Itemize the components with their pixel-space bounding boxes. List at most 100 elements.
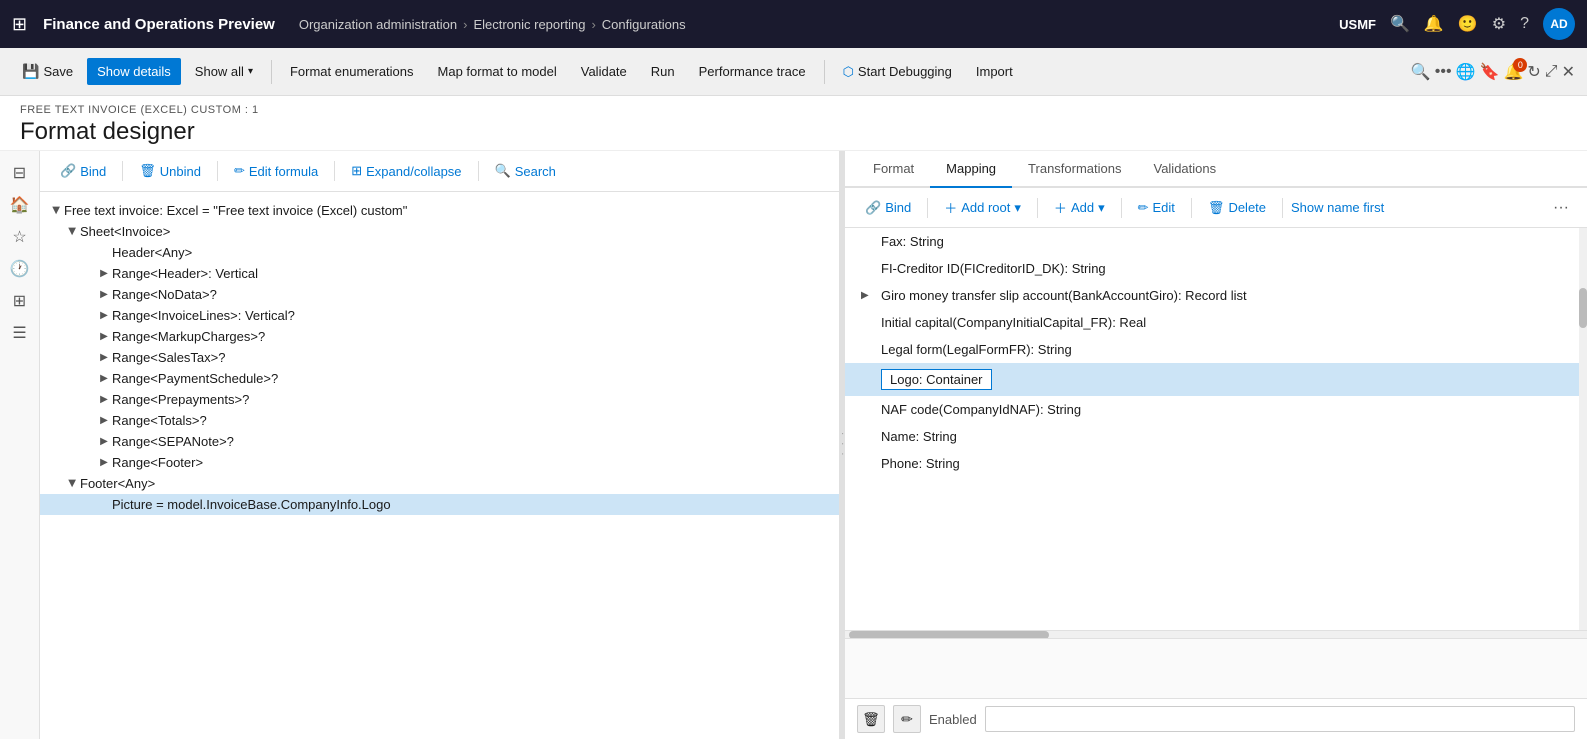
- validate-button[interactable]: Validate: [571, 58, 637, 85]
- grid-icon[interactable]: ⊞: [12, 14, 27, 35]
- tree-item[interactable]: ▶ Footer<Any>: [40, 473, 839, 494]
- tree-arrow-range-footer[interactable]: ▶: [96, 457, 112, 468]
- unbind-tool-button[interactable]: 🗑 Unbind: [131, 159, 209, 183]
- search-nav-icon[interactable]: 🔍: [1390, 14, 1410, 34]
- tree-item[interactable]: ▶ Range<Prepayments>?: [40, 389, 839, 410]
- tree-arrow-range-nodata[interactable]: ▶: [96, 289, 112, 300]
- save-button[interactable]: 💾 Save: [12, 57, 83, 86]
- sidebar-home-icon[interactable]: 🏠: [10, 195, 30, 215]
- mapping-item[interactable]: Fax: String: [845, 228, 1587, 255]
- expand-collapse-tool-button[interactable]: ⊞ Expand/collapse: [343, 159, 469, 183]
- mapping-item[interactable]: FI-Creditor ID(FICreditorID_DK): String: [845, 255, 1587, 282]
- bell-icon[interactable]: 🔔: [1424, 14, 1444, 34]
- breadcrumb-configurations[interactable]: Configurations: [602, 17, 686, 32]
- mapping-tabs: Format Mapping Transformations Validatio…: [845, 151, 1587, 188]
- mapping-item-label: Phone: String: [881, 456, 960, 471]
- page-header: FREE TEXT INVOICE (EXCEL) CUSTOM : 1 For…: [0, 96, 1587, 151]
- sidebar-star-icon[interactable]: ☆: [12, 227, 26, 247]
- tree-item[interactable]: ▶ Range<SEPANote>?: [40, 431, 839, 452]
- tree-arrow-range-totals[interactable]: ▶: [96, 415, 112, 426]
- show-all-button[interactable]: Show all ▾: [185, 58, 263, 85]
- format-enumerations-button[interactable]: Format enumerations: [280, 58, 424, 85]
- tree-arrow-range-header[interactable]: ▶: [96, 268, 112, 279]
- tab-validations[interactable]: Validations: [1137, 151, 1232, 188]
- mapping-item-logo[interactable]: Logo: Container: [845, 363, 1587, 396]
- mapping-more-button[interactable]: ···: [1547, 197, 1575, 219]
- top-nav-bar: ⊞ Finance and Operations Preview Organiz…: [0, 0, 1587, 48]
- mapping-enabled-input[interactable]: [985, 706, 1575, 732]
- start-debugging-button[interactable]: ⬡ Start Debugging: [833, 58, 962, 86]
- mapping-bind-button[interactable]: 🔗 Bind: [857, 196, 919, 220]
- mapping-item-label: Fax: String: [881, 234, 944, 249]
- tree-item[interactable]: ▶ Sheet<Invoice>: [40, 221, 839, 242]
- map-format-to-model-button[interactable]: Map format to model: [428, 58, 567, 85]
- breadcrumb-electronic-reporting[interactable]: Electronic reporting: [473, 17, 585, 32]
- mapping-delete-row-icon[interactable]: 🗑: [857, 705, 885, 733]
- sidebar-filter-icon[interactable]: ⊟: [13, 163, 26, 183]
- mapping-item[interactable]: Initial capital(CompanyInitialCapital_FR…: [845, 309, 1587, 336]
- mapping-formula-area[interactable]: [845, 639, 1587, 699]
- mapping-add-root-button[interactable]: ＋ Add root ▾: [936, 194, 1029, 221]
- action-refresh-icon[interactable]: ↻: [1527, 62, 1540, 82]
- mapping-delete-button[interactable]: 🗑 Delete: [1200, 196, 1274, 220]
- performance-trace-button[interactable]: Performance trace: [689, 58, 816, 85]
- mapping-item[interactable]: Name: String: [845, 423, 1587, 450]
- tab-format[interactable]: Format: [857, 151, 930, 188]
- action-notification-icon[interactable]: 🔔0: [1503, 62, 1523, 82]
- action-more-icon[interactable]: •••: [1435, 63, 1452, 81]
- mapping-item[interactable]: Legal form(LegalFormFR): String: [845, 336, 1587, 363]
- action-search-icon[interactable]: 🔍: [1411, 62, 1431, 82]
- tree-arrow-range-sepanote[interactable]: ▶: [96, 436, 112, 447]
- mapping-edit-button[interactable]: ✏ Edit: [1130, 196, 1183, 220]
- tree-arrow-root[interactable]: ▶: [51, 203, 62, 219]
- tree-arrow-sheet[interactable]: ▶: [67, 224, 78, 240]
- help-icon[interactable]: ?: [1520, 15, 1529, 33]
- bind-tool-button[interactable]: 🔗 Bind: [52, 159, 114, 183]
- sidebar-list-icon[interactable]: ☰: [12, 323, 26, 343]
- tree-item[interactable]: ▶ Range<Totals>?: [40, 410, 839, 431]
- search-tool-button[interactable]: 🔍 Search: [487, 159, 564, 183]
- tree-item[interactable]: ▶ Range<PaymentSchedule>?: [40, 368, 839, 389]
- mapping-item[interactable]: Phone: String: [845, 450, 1587, 477]
- sidebar-grid-icon[interactable]: ⊞: [13, 291, 26, 311]
- show-details-button[interactable]: Show details: [87, 58, 181, 85]
- action-globe-icon[interactable]: 🌐: [1456, 62, 1476, 82]
- mapping-add-button[interactable]: ＋ Add ▾: [1046, 194, 1113, 221]
- tree-item[interactable]: ▶ Range<MarkupCharges>?: [40, 326, 839, 347]
- action-close-icon[interactable]: ✕: [1562, 62, 1575, 82]
- tree-arrow-range-paymentschedule[interactable]: ▶: [96, 373, 112, 384]
- action-expand-icon[interactable]: ⤢: [1545, 63, 1558, 81]
- tree-arrow-range-markupcharges[interactable]: ▶: [96, 331, 112, 342]
- mapping-scrollbar-thumb[interactable]: [1579, 288, 1587, 328]
- tree-item[interactable]: ▶ Range<SalesTax>?: [40, 347, 839, 368]
- tree-item[interactable]: ▶ Range<Footer>: [40, 452, 839, 473]
- mapping-add-root-icon: ＋: [944, 198, 957, 217]
- tree-item[interactable]: Header<Any>: [40, 242, 839, 263]
- tree-item[interactable]: Picture = model.InvoiceBase.CompanyInfo.…: [40, 494, 839, 515]
- tree-arrow-range-invoicelines[interactable]: ▶: [96, 310, 112, 321]
- breadcrumb-org[interactable]: Organization administration: [299, 17, 457, 32]
- mapping-hscrollbar-thumb[interactable]: [849, 631, 1049, 638]
- import-button[interactable]: Import: [966, 58, 1023, 85]
- mapping-item-label: NAF code(CompanyIdNAF): String: [881, 402, 1081, 417]
- tree-item[interactable]: ▶ Range<InvoiceLines>: Vertical?: [40, 305, 839, 326]
- smiley-icon[interactable]: 🙂: [1458, 14, 1478, 34]
- tree-item[interactable]: ▶ Range<NoData>?: [40, 284, 839, 305]
- tree-arrow-range-prepayments[interactable]: ▶: [96, 394, 112, 405]
- tab-transformations[interactable]: Transformations: [1012, 151, 1137, 188]
- mapping-item[interactable]: ▶ Giro money transfer slip account(BankA…: [845, 282, 1587, 309]
- tab-mapping[interactable]: Mapping: [930, 151, 1012, 188]
- gear-icon[interactable]: ⚙: [1492, 14, 1506, 34]
- mapping-item[interactable]: NAF code(CompanyIdNAF): String: [845, 396, 1587, 423]
- show-name-first-button[interactable]: Show name first: [1291, 200, 1384, 215]
- sidebar-clock-icon[interactable]: 🕐: [10, 259, 30, 279]
- run-button[interactable]: Run: [641, 58, 685, 85]
- avatar[interactable]: AD: [1543, 8, 1575, 40]
- tree-item[interactable]: ▶ Free text invoice: Excel = "Free text …: [40, 200, 839, 221]
- edit-formula-tool-button[interactable]: ✏ Edit formula: [226, 159, 326, 183]
- tree-arrow-footer[interactable]: ▶: [67, 476, 78, 492]
- tree-arrow-range-salestax[interactable]: ▶: [96, 352, 112, 363]
- action-bookmark-icon[interactable]: 🔖: [1480, 62, 1500, 82]
- mapping-edit-row-icon[interactable]: ✏: [893, 705, 921, 733]
- tree-item[interactable]: ▶ Range<Header>: Vertical: [40, 263, 839, 284]
